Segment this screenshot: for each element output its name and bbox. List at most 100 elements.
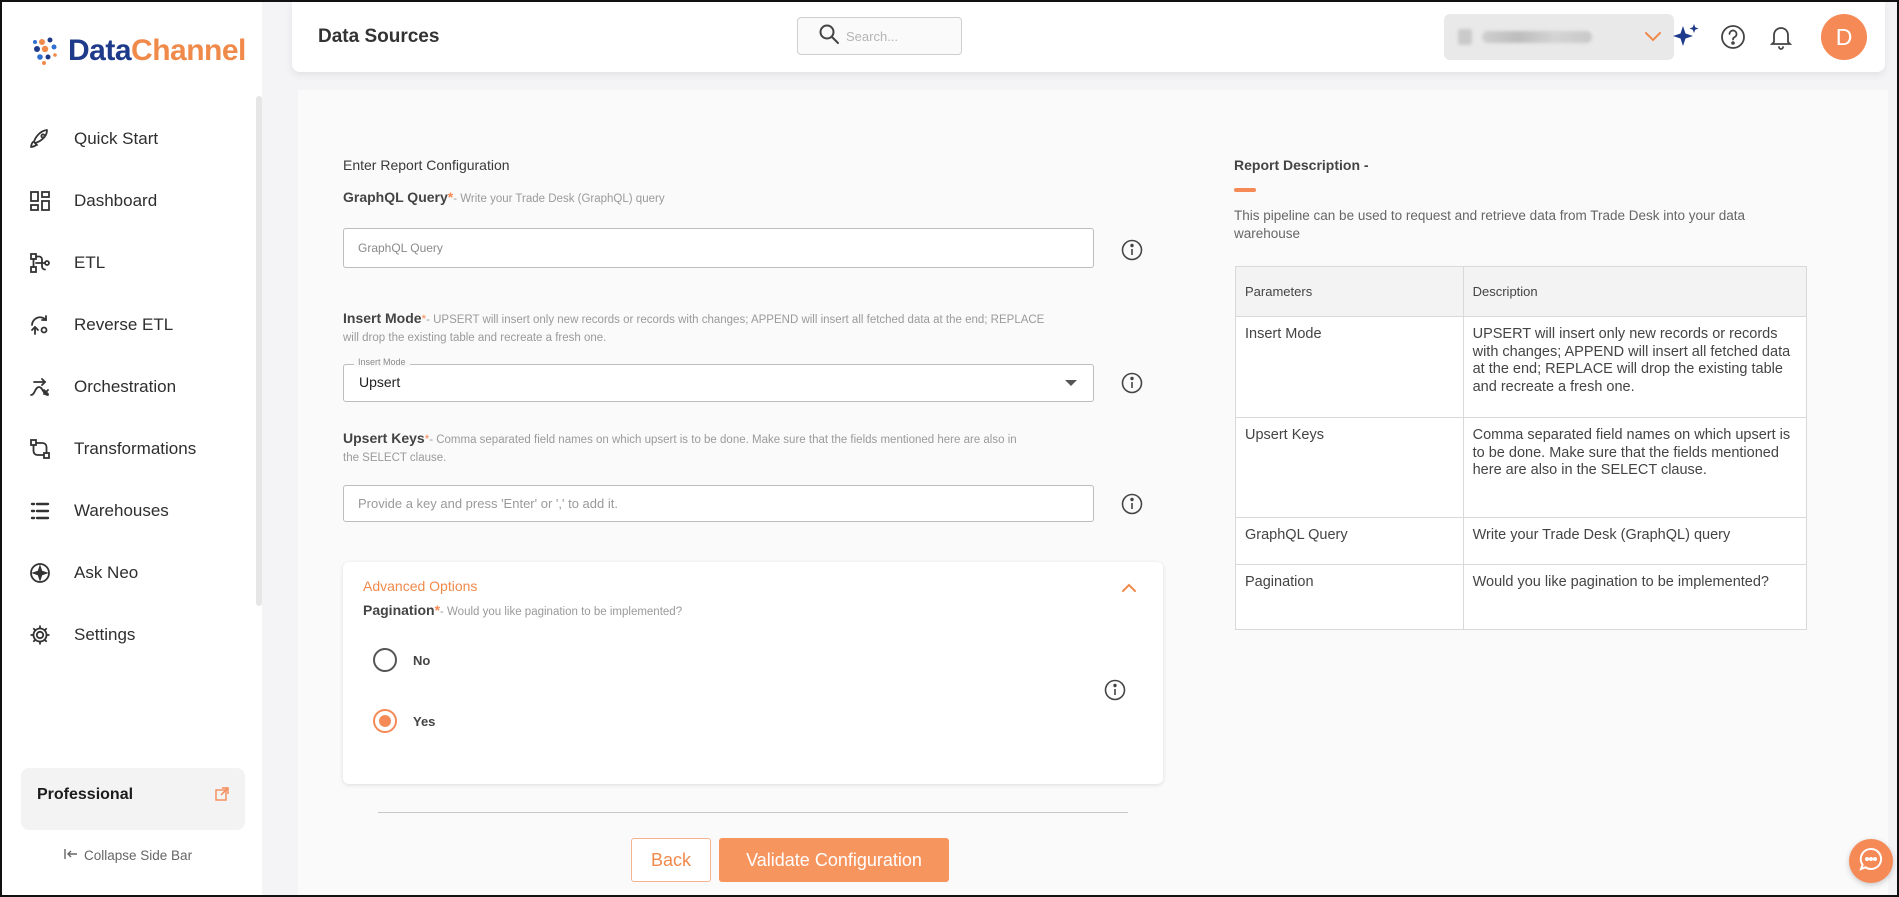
sidebar-item-dashboard[interactable]: Dashboard — [26, 170, 246, 232]
upsert-keys-label: Upsert Keys*- Comma separated field name… — [343, 429, 1033, 467]
radio-yes-label: Yes — [413, 713, 436, 729]
graphql-help-text: - Write your Trade Desk (GraphQL) query — [453, 193, 665, 205]
param-name: Pagination — [1235, 564, 1464, 630]
sidebar-item-warehouses[interactable]: Warehouses — [26, 480, 246, 542]
param-description: UPSERT will insert only new records or r… — [1462, 316, 1808, 418]
sidebar-item-reverse-etl[interactable]: Reverse ETL — [26, 294, 246, 356]
sidebar-item-etl[interactable]: ETL — [26, 232, 246, 294]
param-name: Insert Mode — [1235, 316, 1464, 418]
upsert-keys-input[interactable]: Provide a key and press 'Enter' or ',' t… — [343, 485, 1094, 522]
account-select[interactable] — [1444, 14, 1674, 60]
orchestration-icon — [26, 373, 54, 401]
upsert-keys-label-text: Upsert Keys — [343, 430, 425, 446]
pagination-info-icon[interactable] — [1104, 679, 1126, 706]
advanced-options-title[interactable]: Advanced Options — [363, 578, 477, 594]
brand-name-part2: Channel — [131, 34, 246, 67]
upsert-keys-info-icon[interactable] — [1121, 493, 1143, 520]
report-description-text: This pipeline can be used to request and… — [1234, 208, 1746, 241]
insert-mode-value: Upsert — [359, 374, 401, 390]
advanced-options-card: Advanced Options Pagination*- Would you … — [343, 562, 1163, 784]
insert-mode-info-icon[interactable] — [1121, 372, 1143, 399]
sidebar-item-orchestration[interactable]: Orchestration — [26, 356, 246, 418]
insert-mode-help-text: - UPSERT will insert only new records or… — [343, 314, 1045, 344]
avatar[interactable]: D — [1821, 14, 1867, 60]
chevron-down-icon — [1644, 29, 1662, 47]
pagination-label: Pagination*- Would you like pagination t… — [363, 602, 682, 618]
main-area: Enter Report Configuration GraphQL Query… — [262, 2, 1897, 895]
chat-support-button[interactable] — [1849, 839, 1893, 883]
graphql-query-placeholder: GraphQL Query — [358, 241, 443, 255]
graphql-info-icon[interactable] — [1121, 239, 1143, 266]
collapse-sidebar-button[interactable]: Collapse Side Bar — [64, 848, 192, 863]
etl-flow-icon — [26, 249, 54, 277]
search-icon — [818, 23, 840, 50]
pagination-option-yes[interactable]: Yes — [373, 709, 435, 733]
param-description: Comma separated field names on which ups… — [1462, 417, 1808, 518]
account-name-blurred — [1482, 31, 1592, 43]
upsert-keys-placeholder: Provide a key and press 'Enter' or ',' t… — [358, 496, 618, 511]
sidebar-item-label: Quick Start — [74, 129, 159, 148]
plan-card[interactable]: Professional — [21, 768, 245, 830]
report-description-title: Report Description - — [1234, 157, 1369, 173]
graphql-query-input[interactable]: GraphQL Query — [343, 228, 1094, 268]
graphql-query-label: GraphQL Query*- Write your Trade Desk (G… — [343, 189, 665, 205]
insert-mode-legend: Insert Mode — [354, 357, 410, 367]
param-name: GraphQL Query — [1235, 517, 1464, 565]
sparkle-icon — [26, 559, 54, 587]
dashboard-grid-icon — [26, 187, 54, 215]
back-button[interactable]: Back — [631, 838, 711, 882]
table-header-description: Description — [1462, 266, 1808, 317]
insert-mode-select[interactable]: Insert Mode Upsert — [343, 357, 1094, 402]
rocket-icon — [26, 125, 54, 153]
sparkles-icon[interactable] — [1671, 22, 1701, 57]
sidebar-item-label: Warehouses — [74, 501, 169, 520]
radio-no-label: No — [413, 652, 431, 668]
bell-icon[interactable] — [1769, 24, 1793, 55]
table-row: Insert Mode UPSERT will insert only new … — [1235, 316, 1808, 418]
table-row: GraphQL Query Write your Trade Desk (Gra… — [1235, 517, 1808, 565]
reverse-etl-icon — [26, 311, 54, 339]
collapse-label: Collapse Side Bar — [84, 848, 193, 863]
radio-yes[interactable] — [373, 709, 397, 733]
section-title: Enter Report Configuration — [343, 157, 510, 173]
table-header-parameters: Parameters — [1235, 266, 1464, 317]
sidebar-item-label: Transformations — [74, 439, 197, 458]
chevron-up-icon[interactable] — [1121, 580, 1137, 598]
sidebar-item-label: Settings — [74, 625, 136, 644]
radio-no[interactable] — [373, 648, 397, 672]
sidebar-item-ask-neo[interactable]: Ask Neo — [26, 542, 246, 604]
collapse-arrow-icon — [64, 848, 78, 863]
form-divider — [378, 812, 1128, 813]
account-logo-blurred — [1458, 29, 1472, 45]
pagination-help-text: - Would you like pagination to be implem… — [440, 606, 683, 618]
datachannel-logo[interactable]: DataChannel — [30, 34, 246, 68]
param-name: Upsert Keys — [1235, 417, 1464, 518]
brand-name-part1: Data — [68, 34, 132, 67]
pagination-label-text: Pagination — [363, 602, 435, 618]
chat-icon — [1858, 846, 1884, 877]
sidebar-nav: Quick Start Dashboard ETL Reverse ETL Or… — [26, 108, 246, 666]
search-input[interactable]: Search... — [797, 17, 962, 55]
gear-icon — [26, 621, 54, 649]
sidebar-item-settings[interactable]: Settings — [26, 604, 246, 666]
sidebar-item-label: Ask Neo — [74, 563, 139, 582]
datachannel-logo-icon — [33, 37, 57, 65]
sidebar-item-label: Reverse ETL — [74, 315, 174, 334]
parameters-table: Parameters Description Insert Mode UPSER… — [1235, 266, 1808, 630]
insert-mode-label-text: Insert Mode — [343, 310, 422, 326]
transformations-icon — [26, 435, 54, 463]
sidebar-item-label: Dashboard — [74, 191, 158, 210]
pagination-option-no[interactable]: No — [373, 648, 430, 672]
help-icon[interactable] — [1720, 24, 1746, 55]
sidebar-item-label: ETL — [74, 253, 106, 272]
table-header-row: Parameters Description — [1235, 266, 1808, 317]
top-bar: Data Sources Search... D — [292, 2, 1885, 72]
param-description: Would you like pagination to be implemen… — [1462, 564, 1808, 630]
sidebar-item-quick-start[interactable]: Quick Start — [26, 108, 246, 170]
page-title: Data Sources — [318, 26, 440, 47]
sidebar-item-transformations[interactable]: Transformations — [26, 418, 246, 480]
upsert-keys-help-text: - Comma separated field names on which u… — [343, 434, 1017, 464]
table-row: Upsert Keys Comma separated field names … — [1235, 417, 1808, 518]
external-link-icon[interactable] — [215, 787, 229, 806]
validate-configuration-button[interactable]: Validate Configuration — [719, 838, 949, 882]
